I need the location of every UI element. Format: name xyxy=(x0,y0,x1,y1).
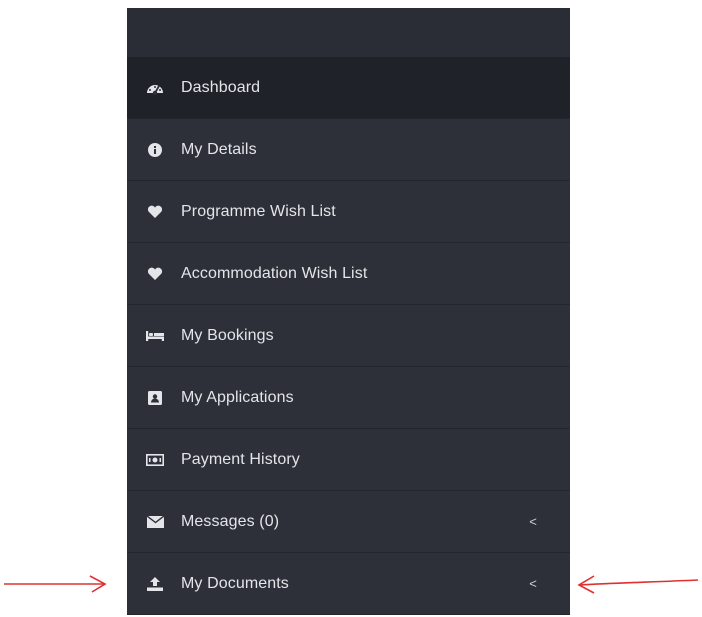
sidebar-item-payment-history[interactable]: Payment History xyxy=(127,429,570,491)
heart-icon xyxy=(145,264,165,284)
sidebar-item-label: Payment History xyxy=(181,450,300,468)
annotation-arrow-right-icon xyxy=(4,575,107,593)
sidebar-item-label: My Details xyxy=(181,140,257,158)
upload-icon xyxy=(145,574,165,594)
money-icon xyxy=(145,450,165,470)
sidebar-menu: Dashboard My Details Programme Wish List… xyxy=(127,57,570,615)
annotation-arrow-left-icon xyxy=(577,575,699,594)
sidebar-item-label: My Documents xyxy=(181,574,289,592)
sidebar-item-my-documents[interactable]: My Documents < xyxy=(127,553,570,615)
sidebar: Dashboard My Details Programme Wish List… xyxy=(127,8,570,615)
sidebar-item-dashboard[interactable]: Dashboard xyxy=(127,57,570,119)
dashboard-icon xyxy=(145,78,165,98)
sidebar-item-label: My Applications xyxy=(181,388,294,406)
screenshot-stage: Dashboard My Details Programme Wish List… xyxy=(0,0,702,617)
contact-card-icon xyxy=(145,388,165,408)
sidebar-item-my-bookings[interactable]: My Bookings xyxy=(127,305,570,367)
sidebar-header xyxy=(127,8,570,57)
sidebar-item-my-applications[interactable]: My Applications xyxy=(127,367,570,429)
sidebar-item-label: Messages (0) xyxy=(181,512,280,530)
sidebar-item-my-details[interactable]: My Details xyxy=(127,119,570,181)
sidebar-item-label: Dashboard xyxy=(181,78,261,96)
chevron-left-icon[interactable]: < xyxy=(526,514,540,529)
sidebar-item-accommodation-wish-list[interactable]: Accommodation Wish List xyxy=(127,243,570,305)
sidebar-item-messages[interactable]: Messages (0) < xyxy=(127,491,570,553)
info-icon xyxy=(145,140,165,160)
sidebar-item-label: Programme Wish List xyxy=(181,202,336,220)
chevron-left-icon[interactable]: < xyxy=(526,576,540,591)
sidebar-item-programme-wish-list[interactable]: Programme Wish List xyxy=(127,181,570,243)
heart-icon xyxy=(145,202,165,222)
bed-icon xyxy=(145,326,165,346)
sidebar-item-label: My Bookings xyxy=(181,326,274,344)
envelope-icon xyxy=(145,512,165,532)
sidebar-item-label: Accommodation Wish List xyxy=(181,264,368,282)
